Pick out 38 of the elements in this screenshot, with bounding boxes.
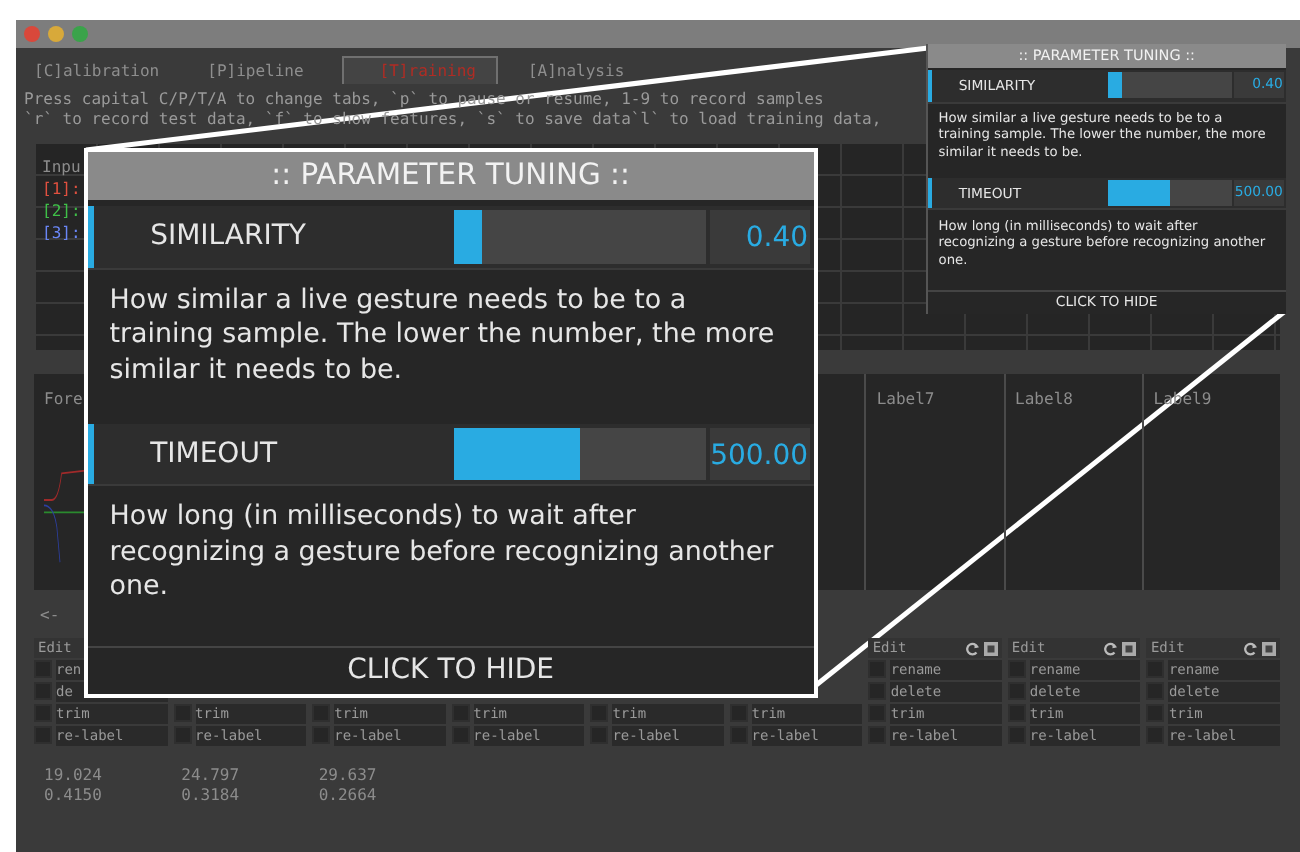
stat-value: 0.4150 xyxy=(44,786,104,806)
refresh-icon[interactable] xyxy=(1244,641,1258,655)
stat-value: 0.2664 xyxy=(318,786,379,806)
stat-value: 0.3184 xyxy=(181,786,242,806)
hide-button[interactable]: CLICK TO HIDE xyxy=(88,645,814,694)
slider[interactable] xyxy=(453,427,706,481)
tab[interactable]: [P]ipeline xyxy=(197,56,342,84)
slider[interactable] xyxy=(1108,72,1233,99)
stat-value: 24.797 xyxy=(181,766,242,786)
panel-title: :: PARAMETER TUNING :: xyxy=(88,152,814,201)
sample-label: Label8 xyxy=(1015,390,1075,408)
slider[interactable] xyxy=(453,210,706,264)
channel-label: [1]: xyxy=(42,180,83,198)
channel-label: [3]: xyxy=(42,224,83,242)
slider[interactable] xyxy=(1108,180,1233,207)
plot-title: Inpu xyxy=(42,158,83,176)
value-field[interactable]: 0.40 xyxy=(710,210,811,264)
minimize-icon[interactable] xyxy=(48,26,64,42)
parameter-description: How similar a live gesture needs to be to a training sample. The lower the number, the more similar it needs to be. xyxy=(107,283,777,389)
maximize-icon[interactable] xyxy=(72,26,88,42)
value-field[interactable]: 500.00 xyxy=(710,427,811,481)
refresh-icon[interactable] xyxy=(1104,641,1119,655)
channel-label: [2]: xyxy=(42,202,83,220)
stat-value: 19.024 xyxy=(44,766,104,786)
parameter-label: TIMEOUT xyxy=(148,437,280,470)
stat-value: 29.637 xyxy=(318,766,379,786)
tab[interactable]: [A]nalysis xyxy=(517,56,663,84)
parameter-label: SIMILARITY xyxy=(148,220,308,253)
grid-icon[interactable] xyxy=(983,641,998,655)
close-icon[interactable] xyxy=(24,26,40,42)
nav-arrow[interactable]: <- xyxy=(40,606,60,624)
refresh-icon[interactable] xyxy=(965,641,980,655)
grid-icon[interactable] xyxy=(1262,641,1276,655)
plot-title: Fore xyxy=(44,390,85,408)
parameter-description: How long (in milliseconds) to wait after recognizing a gesture before recognizing another one. xyxy=(107,500,776,606)
grid-icon[interactable] xyxy=(1122,641,1137,655)
sample-label: Label7 xyxy=(876,390,937,408)
tab[interactable]: [C]alibration xyxy=(24,56,198,84)
